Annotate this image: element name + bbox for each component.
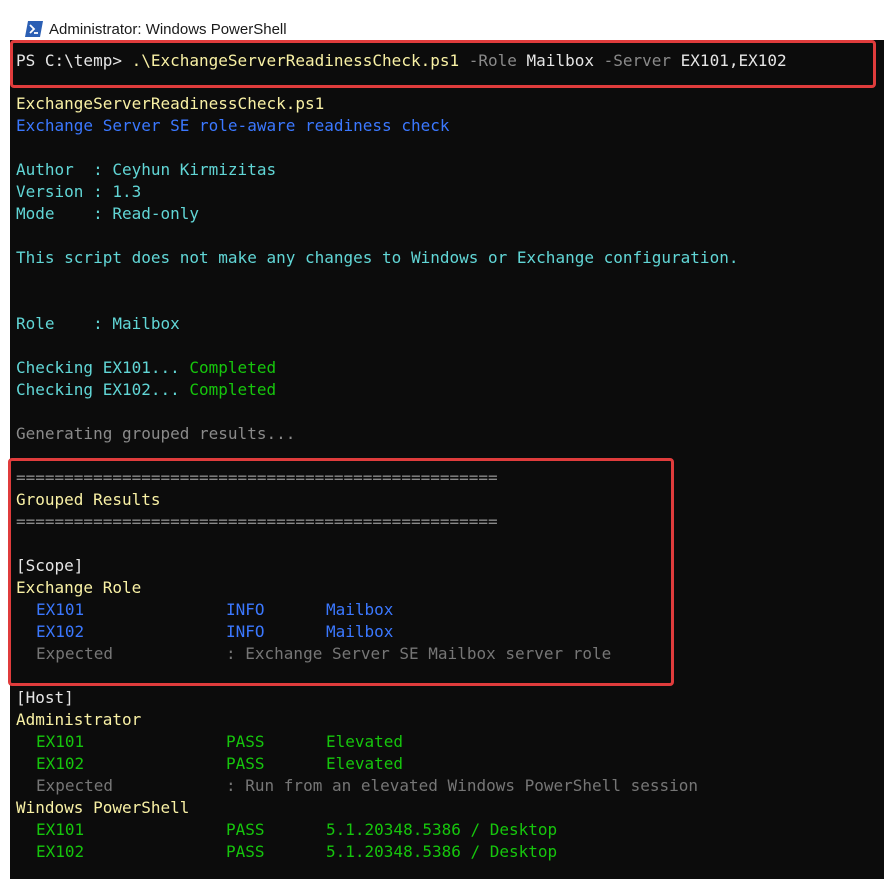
prompt: PS C:\temp> [16, 51, 132, 70]
expected-label: Expected [36, 644, 114, 663]
command-script: .\ExchangeServerReadinessCheck.ps1 [131, 51, 460, 70]
result-server: EX102 [36, 842, 85, 861]
result-row: EX102 INFO Mailbox [16, 621, 876, 643]
result-status: INFO [226, 600, 265, 619]
result-row: EX101 INFO Mailbox [16, 599, 876, 621]
result-value: 5.1.20348.5386 / Desktop [326, 842, 558, 861]
check-line: Checking EX101... Completed [16, 357, 276, 379]
result-value: Elevated [326, 754, 404, 773]
result-server: EX101 [36, 732, 85, 751]
check-label: Checking EX101... [16, 358, 190, 377]
command-server-flag: -Server [593, 51, 672, 70]
scope-section: [Scope] [16, 556, 84, 575]
generating-line: Generating grouped results... [16, 424, 296, 443]
expected-value: : Exchange Server SE Mailbox server role [226, 644, 612, 663]
notice-line: This script does not make any changes to… [16, 248, 739, 267]
administrator-group: Administrator [16, 710, 142, 729]
result-server: EX102 [36, 622, 85, 641]
powershell-icon [25, 21, 43, 37]
result-server: EX102 [36, 754, 85, 773]
result-value: Mailbox [326, 622, 394, 641]
check-status: Completed [189, 358, 277, 377]
result-server: EX101 [36, 820, 85, 839]
command-role-value: Mailbox [516, 51, 594, 70]
result-value: Mailbox [326, 600, 394, 619]
expected-label: Expected [36, 776, 114, 795]
script-name: ExchangeServerReadinessCheck.ps1 [16, 94, 325, 113]
result-row: EX102 PASS Elevated [16, 753, 876, 775]
windows-powershell-group: Windows PowerShell [16, 798, 190, 817]
expected-row: Expected : Exchange Server SE Mailbox ser… [16, 643, 876, 665]
separator-line: ========================================… [16, 468, 498, 487]
command-server-value: EX101,EX102 [671, 51, 787, 70]
version-line: Version : 1.3 [16, 182, 142, 201]
result-status: PASS [226, 754, 265, 773]
expected-row: Expected : Run from an elevated Windows P… [16, 775, 876, 797]
result-row: EX101 PASS Elevated [16, 731, 876, 753]
result-status: INFO [226, 622, 265, 641]
result-value: Elevated [326, 732, 404, 751]
result-row: EX102 PASS 5.1.20348.5386 / Desktop [16, 841, 876, 863]
result-value: 5.1.20348.5386 / Desktop [326, 820, 558, 839]
check-label: Checking EX102... [16, 380, 190, 399]
script-description: Exchange Server SE role-aware readiness … [16, 116, 450, 135]
result-status: PASS [226, 842, 265, 861]
author-line: Author : Ceyhun Kirmizitas [16, 160, 277, 179]
result-status: PASS [226, 732, 265, 751]
check-status: Completed [189, 380, 277, 399]
mode-line: Mode : Read-only [16, 204, 200, 223]
result-server: EX101 [36, 600, 85, 619]
console-output[interactable]: PS C:\temp> .\ExchangeServerReadinessChe… [10, 40, 884, 879]
command-role-flag: -Role [459, 51, 517, 70]
command-line: PS C:\temp> .\ExchangeServerReadinessChe… [16, 50, 787, 72]
exchange-role-group: Exchange Role [16, 578, 142, 597]
result-row: EX101 PASS 5.1.20348.5386 / Desktop [16, 819, 876, 841]
host-section: [Host] [16, 688, 74, 707]
expected-value: : Run from an elevated Windows PowerShel… [226, 776, 699, 795]
window-title: Administrator: Windows PowerShell [49, 21, 287, 38]
role-line: Role : Mailbox [16, 314, 180, 333]
result-status: PASS [226, 820, 265, 839]
separator-line: ========================================… [16, 512, 498, 531]
grouped-results-title: Grouped Results [16, 490, 161, 509]
title-bar[interactable]: Administrator: Windows PowerShell [0, 12, 884, 40]
check-line: Checking EX102... Completed [16, 379, 276, 401]
